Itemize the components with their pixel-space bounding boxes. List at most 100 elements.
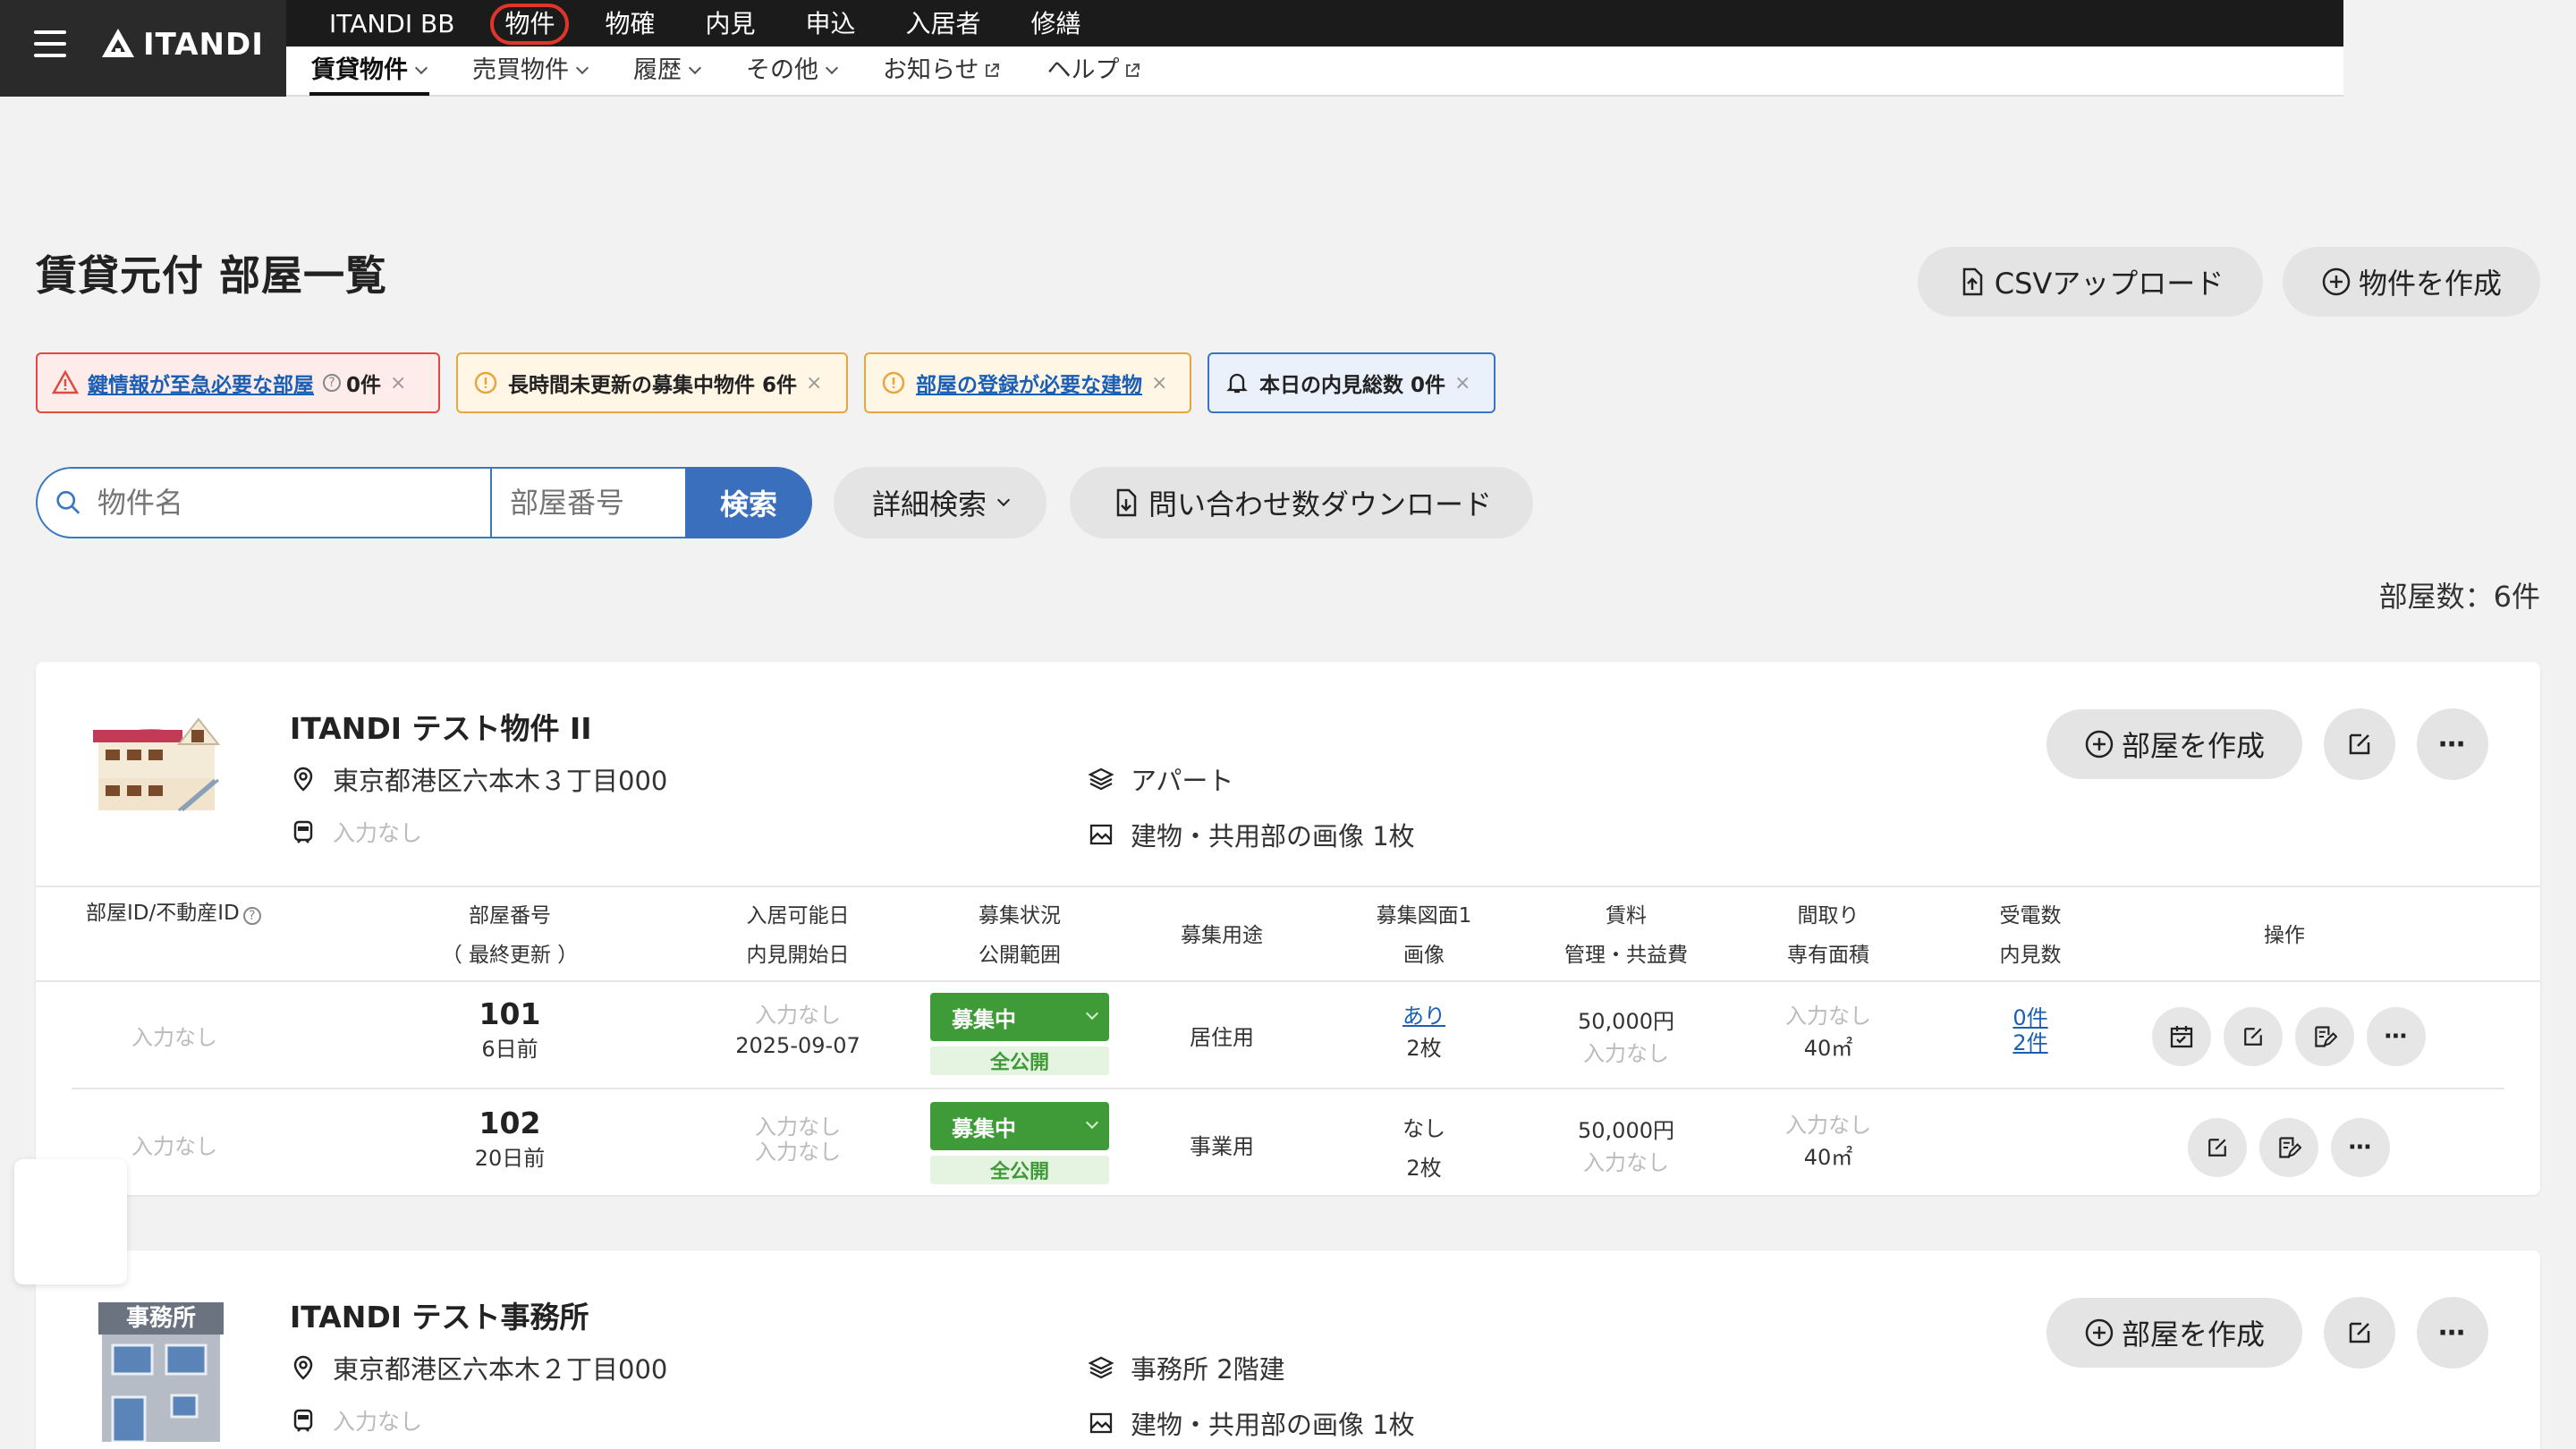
status-select[interactable]: 募集中	[930, 993, 1109, 1041]
status-label: 募集中	[952, 1115, 1016, 1141]
alert-building-registration[interactable]: 部屋の登録が必要な建物 ×	[864, 352, 1191, 413]
status-select[interactable]: 募集中	[930, 1102, 1109, 1150]
note-edit-button[interactable]	[2259, 1118, 2318, 1177]
room-number-cell[interactable]: 102 20日前	[394, 1106, 626, 1172]
hamburger-menu-icon[interactable]	[34, 30, 66, 63]
alert-link[interactable]: 部屋の登録が必要な建物	[916, 368, 1142, 398]
station-text: 入力なし	[333, 820, 423, 846]
more-options-button[interactable]: ⋯	[2331, 1118, 2390, 1177]
more-options-button[interactable]: ⋯	[2417, 708, 2488, 780]
sub-nav-rireki[interactable]: 履歴	[610, 46, 723, 96]
create-room-button[interactable]: 部屋を作成	[2046, 1298, 2302, 1368]
help-icon[interactable]: ?	[323, 374, 341, 392]
close-icon[interactable]: ×	[1151, 372, 1167, 394]
rent: 50,000円	[1578, 1118, 1674, 1143]
chevron-down-icon	[996, 493, 1011, 507]
warning-icon	[52, 369, 79, 394]
note-edit-icon	[2279, 1137, 2301, 1158]
logo[interactable]: ITANDI	[100, 27, 264, 63]
property-images[interactable]: 建物・共用部の画像 1枚	[1088, 1404, 1415, 1442]
alert-stale-listings[interactable]: 長時間未更新の募集中物件 6件 ×	[456, 352, 848, 413]
viewings-link[interactable]: 2件	[1941, 1030, 2120, 1055]
calendar-button[interactable]	[2152, 1007, 2211, 1066]
search-button[interactable]: 検索	[685, 467, 812, 538]
sub-nav-baibai[interactable]: 売買物件	[449, 46, 610, 96]
close-icon[interactable]: ×	[806, 372, 822, 394]
top-nav-bukkaku[interactable]: 物確	[580, 0, 680, 47]
property-card: 事務所 ITANDI テスト事務所 東京都港区六本木２丁目000 入力なし 事務…	[36, 1250, 2540, 1449]
help-icon[interactable]: ?	[242, 907, 261, 925]
property-images-text: 建物・共用部の画像 1枚	[1131, 821, 1415, 852]
download-inquiries-button[interactable]: 問い合わせ数ダウンロード	[1070, 467, 1533, 538]
room-id: 入力なし	[131, 1025, 217, 1050]
edit-room-button[interactable]	[2224, 1007, 2283, 1066]
csv-upload-button[interactable]: CSVアップロード	[1918, 247, 2263, 317]
th-room-no-sub: （ 最終更新 ）	[441, 944, 579, 967]
room-count: 部屋数：6件	[2378, 580, 2540, 614]
property-name[interactable]: ITANDI テスト事務所	[290, 1293, 589, 1336]
create-property-button[interactable]: 物件を作成	[2283, 247, 2540, 317]
property-images-text: 建物・共用部の画像 1枚	[1131, 1410, 1415, 1440]
property-address: 東京都港区六本木２丁目000	[290, 1349, 667, 1386]
sub-nav-oshirase[interactable]: お知らせ	[860, 46, 1023, 96]
row-ops: ⋯	[2140, 1007, 2426, 1066]
edit-property-button[interactable]	[2324, 1297, 2395, 1368]
room-number-input[interactable]	[510, 486, 685, 520]
th-calls-label: 受電数	[1999, 904, 2062, 928]
sub-nav-sonota[interactable]: その他	[723, 46, 860, 96]
room-number[interactable]: 102	[394, 1106, 626, 1140]
external-link-icon	[1126, 64, 1140, 77]
sub-nav-help[interactable]: ヘルプ	[1023, 46, 1164, 96]
top-nav-moushikomi[interactable]: 申込	[780, 0, 880, 47]
image-icon	[1089, 824, 1113, 845]
top-nav-shuzen[interactable]: 修繕	[1006, 0, 1106, 47]
room-number-field[interactable]	[490, 467, 685, 538]
area: 40㎡	[1803, 1145, 1853, 1170]
office-sign-text: 事務所	[126, 1305, 196, 1332]
floorplan-link[interactable]: あり	[1335, 1000, 1513, 1032]
room-number-cell[interactable]: 101 6日前	[394, 996, 626, 1063]
create-room-button[interactable]: 部屋を作成	[2046, 709, 2302, 779]
viewing-start-date: 2025-09-07	[735, 1033, 860, 1058]
edit-icon	[2349, 733, 2370, 755]
top-nav-naiken[interactable]: 内見	[680, 0, 780, 47]
property-name[interactable]: ITANDI テスト物件 II	[290, 705, 592, 748]
page-title: 賃貸元付 部屋一覧	[36, 251, 388, 300]
sub-nav-label: お知らせ	[883, 56, 979, 84]
detail-search-button[interactable]: 詳細検索	[834, 467, 1046, 538]
th-available-sub: 内見開始日	[746, 944, 850, 967]
property-type: アパート	[1088, 760, 1233, 798]
edit-icon	[2244, 1028, 2262, 1046]
floating-panel[interactable]	[14, 1159, 127, 1284]
floorplan-value: なし	[1402, 1116, 1445, 1141]
property-images[interactable]: 建物・共用部の画像 1枚	[1088, 816, 1415, 853]
calendar-icon	[2170, 1026, 2193, 1048]
layers-icon	[1088, 1356, 1114, 1379]
top-nav-nyukyosha[interactable]: 入居者	[881, 0, 1006, 47]
close-icon[interactable]: ×	[1454, 372, 1470, 394]
edit-property-button[interactable]	[2324, 708, 2395, 780]
property-name-input[interactable]	[97, 486, 490, 520]
room-number[interactable]: 101	[394, 996, 626, 1031]
note-edit-icon	[2315, 1026, 2337, 1047]
property-actions: 部屋を作成 ⋯	[2046, 708, 2488, 780]
sub-nav-chintai[interactable]: 賃貸物件	[288, 46, 449, 96]
th-status-label: 募集状況	[979, 904, 1061, 928]
edit-room-button[interactable]	[2188, 1118, 2247, 1177]
top-nav-bukken[interactable]: 物件	[479, 0, 580, 47]
note-edit-button[interactable]	[2295, 1007, 2354, 1066]
close-icon[interactable]: ×	[390, 372, 406, 394]
create-room-label: 部屋を作成	[2121, 1318, 2265, 1352]
property-name-field[interactable]	[36, 467, 490, 538]
alert-link[interactable]: 鍵情報が至急必要な部屋	[88, 368, 314, 398]
search-bar: 検索	[36, 467, 812, 538]
top-nav-itandi-bb[interactable]: ITANDI BB	[286, 0, 479, 47]
alert-today-viewings[interactable]: 本日の内見総数 0件 ×	[1208, 352, 1496, 413]
th-rent-sub: 管理・共益費	[1564, 944, 1688, 967]
more-options-button[interactable]: ⋯	[2417, 1297, 2488, 1368]
calls-link[interactable]: 0件	[1941, 1005, 2120, 1030]
th-floorplan-sub: 画像	[1403, 944, 1445, 967]
row-ops: ⋯	[2175, 1118, 2390, 1177]
more-options-button[interactable]: ⋯	[2367, 1007, 2426, 1066]
alert-key-info-urgent[interactable]: 鍵情報が至急必要な部屋 ? 0件 ×	[36, 352, 440, 413]
